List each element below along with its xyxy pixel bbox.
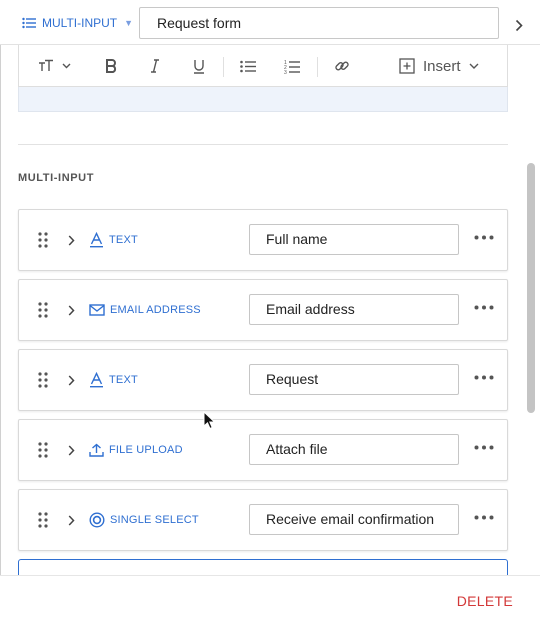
drag-handle-icon[interactable]: [37, 511, 49, 529]
rich-text-toolbar: 1 2 3 Insert: [18, 45, 508, 87]
scrollbar[interactable]: [522, 45, 540, 575]
text-size-button[interactable]: [33, 55, 75, 77]
field-row: TEXT Request: [18, 349, 508, 411]
field-type-selector[interactable]: TEXT: [89, 230, 138, 250]
expand-row-button[interactable]: [65, 512, 77, 528]
field-label-input[interactable]: Email address: [249, 294, 459, 325]
italic-button[interactable]: [145, 55, 165, 77]
field-type-label: EMAIL ADDRESS: [110, 304, 201, 316]
field-type-label: TEXT: [109, 374, 138, 386]
form-title-input[interactable]: Request form: [139, 7, 499, 39]
field-type-selector[interactable]: TEXT: [89, 370, 138, 390]
bulleted-list-button[interactable]: [237, 55, 259, 77]
bold-icon: [106, 59, 117, 73]
more-options-button[interactable]: [471, 296, 497, 318]
insert-label: Insert: [423, 57, 461, 75]
underline-button[interactable]: [189, 55, 209, 77]
panel-header: MULTI-INPUT ▼ Request form: [0, 0, 540, 45]
link-icon: [335, 61, 349, 71]
drag-handle-icon[interactable]: [37, 441, 49, 459]
chevron-down-icon: [62, 63, 70, 69]
underline-icon: [194, 59, 204, 74]
expand-row-button[interactable]: [65, 442, 77, 458]
scrollbar-thumb[interactable]: [527, 163, 535, 413]
toolbar-separator: [317, 57, 318, 77]
chevron-right-icon: [68, 304, 75, 316]
drag-handle-icon[interactable]: [37, 231, 49, 249]
numbered-list-button[interactable]: 1 2 3: [281, 55, 303, 77]
chevron-right-icon: [68, 234, 75, 246]
panel-content: 1 2 3 Insert MULTI-INPUT TEXT Full name …: [0, 45, 522, 575]
toolbar-separator: [223, 57, 224, 77]
add-input-button[interactable]: [18, 559, 508, 575]
more-options-button[interactable]: [471, 506, 497, 528]
more-options-button[interactable]: [471, 436, 497, 458]
chevron-right-icon: [515, 19, 523, 31]
field-label-input[interactable]: Full name: [249, 224, 459, 255]
svg-text:3: 3: [284, 70, 287, 74]
chevron-right-icon: [68, 444, 75, 456]
list-icon: [22, 17, 36, 29]
more-options-button[interactable]: [471, 366, 497, 388]
panel-footer: DELETE: [0, 575, 540, 626]
drag-handle-icon[interactable]: [37, 371, 49, 389]
chevron-down-icon: [469, 63, 479, 69]
mouse-cursor-icon: [203, 411, 216, 430]
section-divider: [18, 144, 508, 145]
radio-icon: [89, 512, 105, 528]
field-type-label: FILE UPLOAD: [109, 444, 183, 456]
more-horizontal-icon: [474, 375, 494, 379]
delete-button[interactable]: DELETE: [457, 593, 513, 609]
drag-handle-icon[interactable]: [37, 301, 49, 319]
expand-row-button[interactable]: [65, 232, 77, 248]
type-switch-dropdown[interactable]: MULTI-INPUT ▼: [22, 13, 133, 33]
more-options-button[interactable]: [471, 226, 497, 248]
field-row: EMAIL ADDRESS Email address: [18, 279, 508, 341]
numbered-list-icon: 1 2 3: [284, 60, 300, 74]
link-button[interactable]: [331, 55, 353, 77]
italic-icon: [151, 59, 159, 73]
field-label-input[interactable]: Request: [249, 364, 459, 395]
field-row: TEXT Full name: [18, 209, 508, 271]
expand-row-button[interactable]: [65, 372, 77, 388]
text-icon: [90, 232, 103, 248]
more-horizontal-icon: [474, 235, 494, 239]
insert-menu-button[interactable]: Insert: [399, 55, 479, 77]
field-type-selector[interactable]: EMAIL ADDRESS: [89, 300, 201, 320]
bulleted-list-icon: [240, 60, 256, 72]
plus-square-icon: [399, 58, 415, 74]
chevron-right-icon: [68, 374, 75, 386]
field-label-input[interactable]: Attach file: [249, 434, 459, 465]
field-type-label: SINGLE SELECT: [110, 514, 199, 526]
field-type-label: TEXT: [109, 234, 138, 246]
chevron-right-icon: [68, 514, 75, 526]
expand-row-button[interactable]: [65, 302, 77, 318]
field-label-input[interactable]: Receive email confirmation: [249, 504, 459, 535]
text-icon: [90, 372, 103, 388]
field-row: SINGLE SELECT Receive email confirmation: [18, 489, 508, 551]
rich-text-editor[interactable]: [18, 87, 508, 112]
upload-icon: [89, 443, 104, 457]
envelope-icon: [89, 304, 105, 316]
field-row: FILE UPLOAD Attach file: [18, 419, 508, 481]
field-type-selector[interactable]: SINGLE SELECT: [89, 510, 199, 530]
type-switch-label: MULTI-INPUT: [42, 16, 118, 30]
text-size-icon: [38, 59, 53, 71]
field-type-selector[interactable]: FILE UPLOAD: [89, 440, 183, 460]
section-label: MULTI-INPUT: [18, 172, 95, 184]
collapse-panel-button[interactable]: [508, 12, 530, 38]
caret-down-icon: ▼: [124, 18, 134, 28]
more-horizontal-icon: [474, 445, 494, 449]
more-horizontal-icon: [474, 515, 494, 519]
more-horizontal-icon: [474, 305, 494, 309]
bold-button[interactable]: [101, 55, 121, 77]
